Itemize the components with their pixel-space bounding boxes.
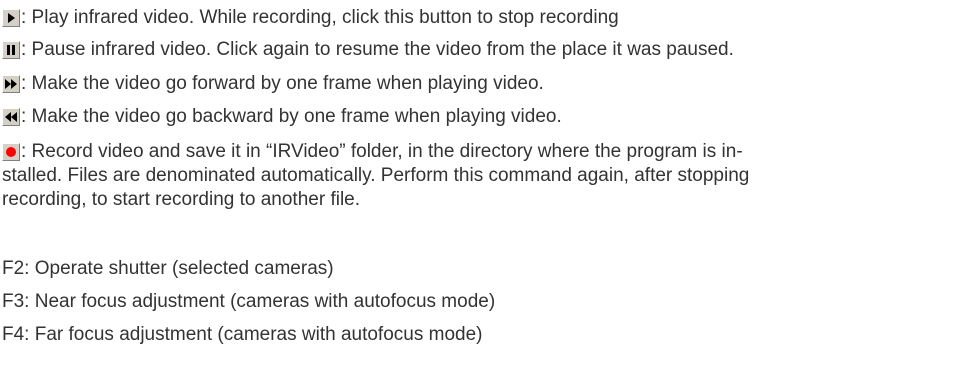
forward-description: : Make the video go forward by one frame… [21,73,544,94]
forward-item: : Make the video go forward by one frame… [2,72,544,96]
record-icon [2,143,20,161]
play-item: : Play infrared video. While recording, … [2,6,619,30]
backward-item: : Make the video go backward by one fram… [2,105,562,129]
record-description-line1: : Record video and save it in “IRVideo” … [21,141,743,162]
pause-description: : Pause infrared video. Click again to r… [21,39,734,60]
record-description-line2: stalled. Files are denominated automatic… [2,165,750,186]
record-item: : Record video and save it in “IRVideo” … [2,140,962,212]
record-description-line3: recording, to start recording to another… [2,189,361,210]
shortcut-f2: F2: Operate shutter (selected cameras) [2,258,334,279]
pause-item: : Pause infrared video. Click again to r… [2,38,734,62]
shortcut-f3: F3: Near focus adjustment (cameras with … [2,291,496,312]
step-forward-icon [2,75,20,93]
backward-description: : Make the video go backward by one fram… [21,106,562,127]
pause-icon [2,41,20,59]
step-backward-icon [2,108,20,126]
play-icon [2,9,20,27]
shortcut-f4: F4: Far focus adjustment (cameras with a… [2,324,483,345]
play-description: : Play infrared video. While recording, … [21,7,619,28]
document-page: : Play infrared video. While recording, … [0,0,980,376]
